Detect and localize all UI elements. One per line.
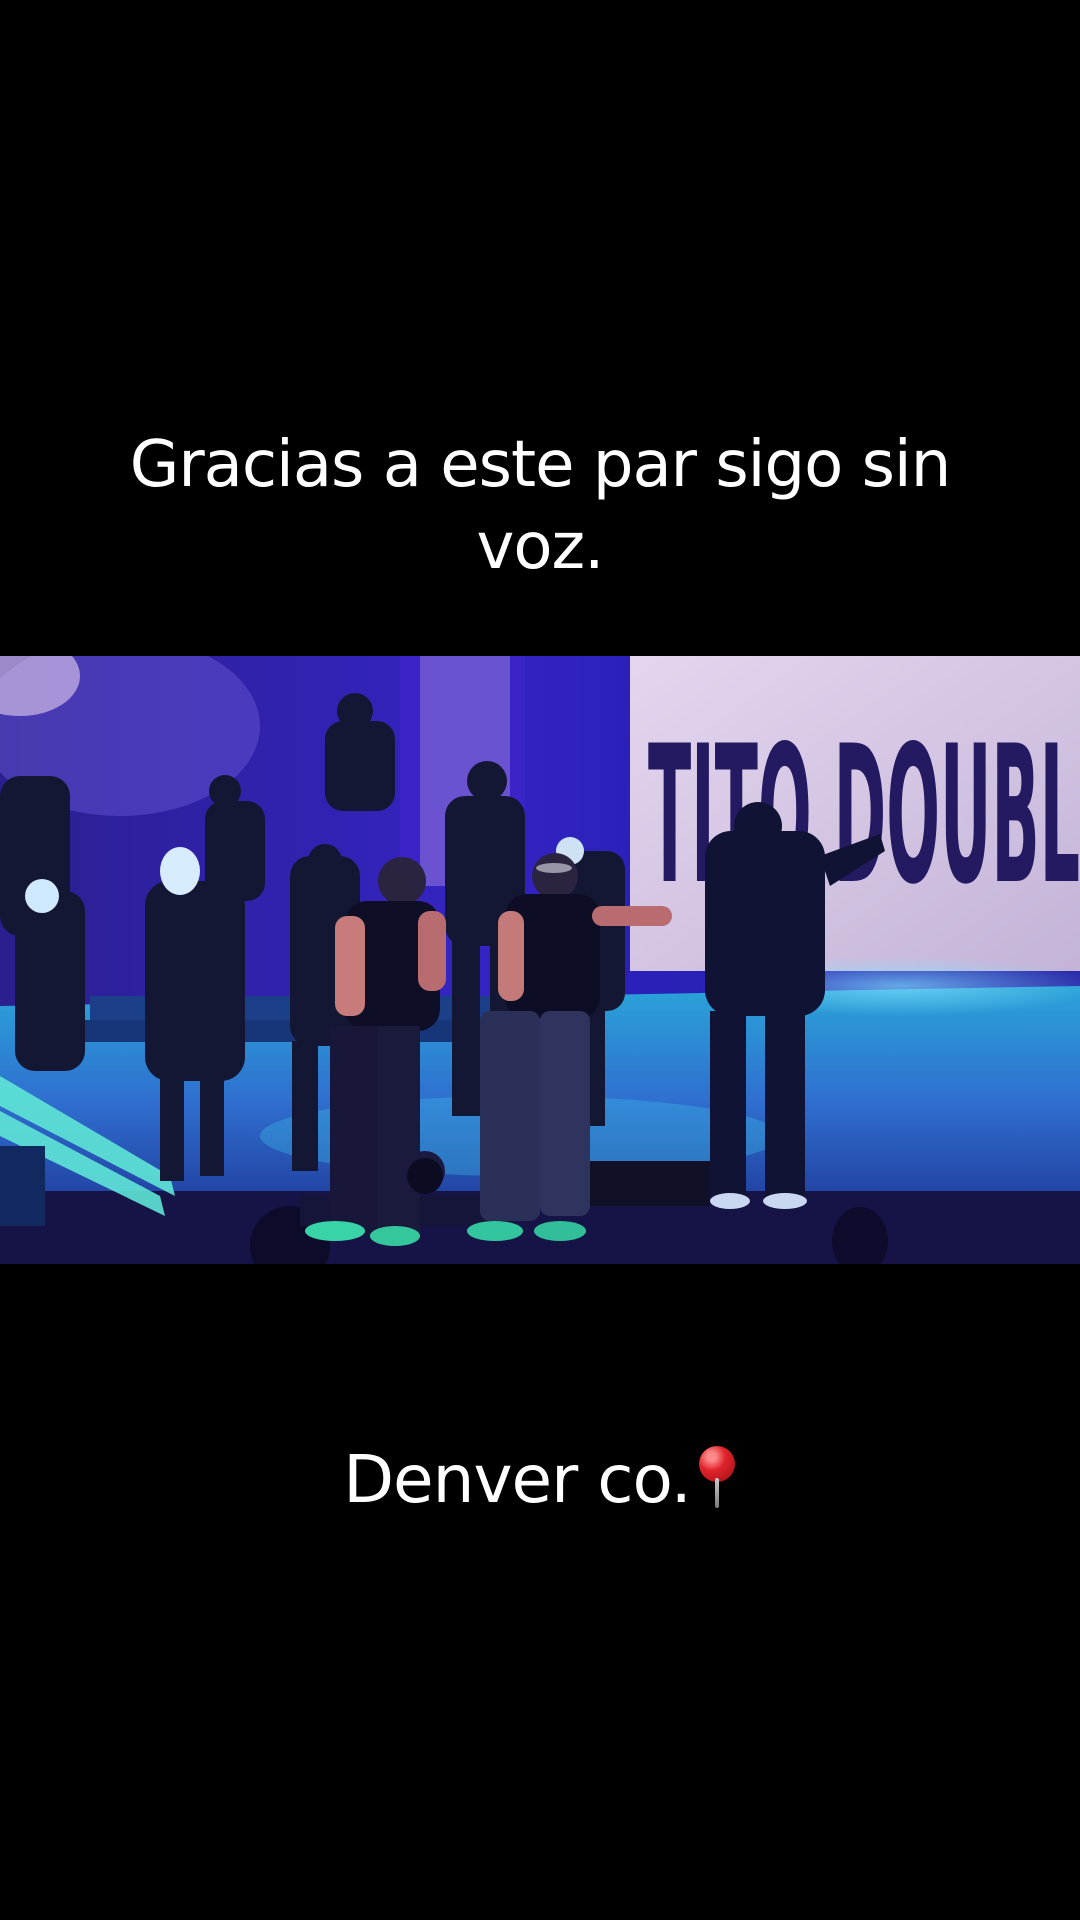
caption-bottom-text: Denver co. [343, 1441, 692, 1518]
caption-top-line-2: voz. [476, 510, 605, 584]
caption-top-line-1: Gracias a este par sigo sin [129, 428, 952, 502]
caption-bottom: Denver co. [0, 1440, 1080, 1520]
round-pushpin-icon [697, 1446, 737, 1508]
stage-screen: TITO DOUBL [630, 656, 1080, 971]
caption-top: Gracias a este par sigo sin voz. [0, 424, 1080, 588]
concert-scene: TITO DOUBL [0, 656, 1080, 1264]
concert-video-frame[interactable]: TITO DOUBL [0, 656, 1080, 1264]
